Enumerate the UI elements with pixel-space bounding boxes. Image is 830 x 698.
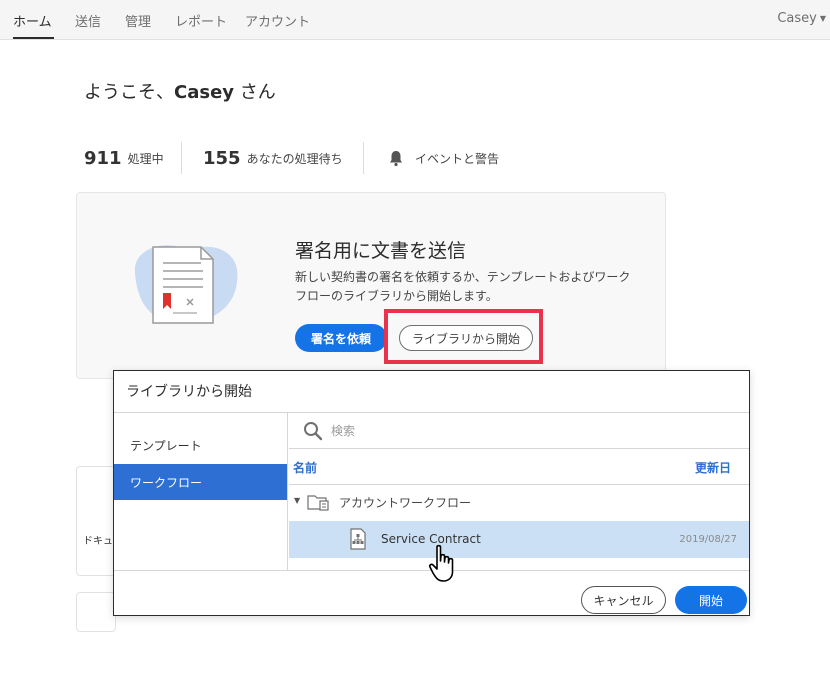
search-bar xyxy=(289,413,749,449)
send-card: 署名用に文書を送信 新しい契約書の署名を依頼するか、テンプレートおよびワークフロ… xyxy=(76,192,666,379)
highlight-annotation xyxy=(384,309,543,364)
stat-events[interactable]: イベントと警告 xyxy=(387,142,499,174)
events-label: イベントと警告 xyxy=(415,151,500,166)
divider xyxy=(181,142,182,174)
search-input[interactable] xyxy=(331,420,631,442)
sidebar-item-templates[interactable]: テンプレート xyxy=(114,427,287,463)
divider xyxy=(363,142,364,174)
dialog-title: ライブラリから開始 xyxy=(126,384,252,400)
nav-account[interactable]: アカウント xyxy=(245,11,310,30)
column-header-name[interactable]: 名前 xyxy=(293,459,317,476)
waiting-label: あなたの処理待ち xyxy=(246,151,343,166)
welcome-heading: ようこそ、Casey さん xyxy=(84,78,276,104)
top-nav: ホーム 送信 管理 レポート アカウント Casey ▼ xyxy=(0,0,830,40)
chevron-down-icon: ▼ xyxy=(819,14,826,23)
folder-row[interactable]: ▼ アカウントワークフロー xyxy=(289,485,749,519)
caret-down-icon[interactable]: ▼ xyxy=(294,496,300,505)
cancel-button[interactable]: キャンセル xyxy=(581,586,666,614)
shared-folder-icon xyxy=(307,492,331,516)
library-list: 名前 更新日 ▼ アカウントワークフロー Service Contract 20… xyxy=(289,413,749,570)
item-date: 2019/08/27 xyxy=(679,534,737,545)
nav-manage[interactable]: 管理 xyxy=(125,11,151,30)
bell-icon xyxy=(387,149,405,167)
in-progress-count: 911 xyxy=(84,147,122,169)
workflow-icon xyxy=(349,528,367,554)
nav-send[interactable]: 送信 xyxy=(75,11,101,30)
list-item[interactable]: Service Contract 2019/08/27 xyxy=(289,521,749,558)
library-sidebar: テンプレート ワークフロー xyxy=(114,413,288,570)
nav-reports[interactable]: レポート xyxy=(175,11,227,30)
background-card-label: ドキュ xyxy=(83,536,113,547)
nav-home[interactable]: ホーム xyxy=(13,11,52,30)
waiting-count: 155 xyxy=(203,147,241,169)
start-button[interactable]: 開始 xyxy=(675,586,747,614)
send-description: 新しい契約書の署名を依頼するか、テンプレートおよびワークフローのライブラリから開… xyxy=(295,270,631,303)
nav-active-indicator xyxy=(13,37,54,39)
background-card xyxy=(76,592,116,632)
column-header-updated[interactable]: 更新日 xyxy=(695,459,731,476)
user-menu[interactable]: Casey ▼ xyxy=(777,11,826,26)
folder-label: アカウントワークフロー xyxy=(339,496,472,510)
search-icon xyxy=(303,421,323,445)
app-root: ホーム 送信 管理 レポート アカウント Casey ▼ ようこそ、Casey さ… xyxy=(0,0,830,698)
document-illustration xyxy=(127,233,247,337)
user-name: Casey xyxy=(777,11,817,26)
in-progress-label: 処理中 xyxy=(127,151,164,166)
request-signature-button[interactable]: 署名を依頼 xyxy=(295,324,387,352)
hand-cursor-icon xyxy=(428,544,460,588)
welcome-prefix: ようこそ、 xyxy=(84,82,174,103)
sidebar-item-workflows[interactable]: ワークフロー xyxy=(114,464,287,500)
stat-in-progress[interactable]: 911 処理中 xyxy=(84,142,164,174)
welcome-name: Casey xyxy=(174,82,235,103)
send-title: 署名用に文書を送信 xyxy=(295,240,467,262)
welcome-suffix: さん xyxy=(234,82,276,103)
background-card xyxy=(76,466,116,576)
stat-waiting[interactable]: 155 あなたの処理待ち xyxy=(203,142,343,174)
